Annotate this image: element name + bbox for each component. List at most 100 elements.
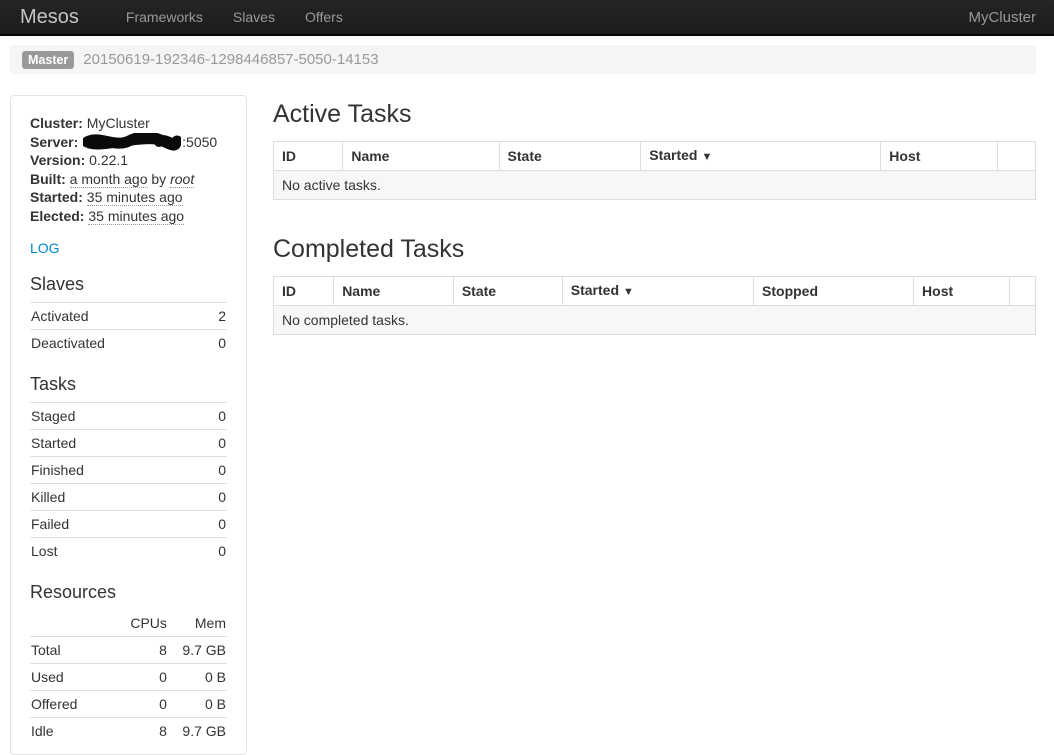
stat-value-cpus: 8 (109, 637, 168, 664)
column-header-id[interactable]: ID (274, 142, 343, 171)
slaves-section-title: Slaves (30, 273, 227, 295)
completed-tasks-empty-row: No completed tasks. (274, 306, 1036, 335)
log-link[interactable]: LOG (30, 240, 60, 256)
stat-label: Activated (30, 303, 204, 330)
column-header-started[interactable]: Started ▼ (562, 277, 753, 306)
slaves-stat-table: Activated 2 Deactivated 0 (30, 302, 227, 356)
active-tasks-title: Active Tasks (273, 99, 1036, 129)
stat-label: Finished (30, 457, 197, 484)
resources-mem-header: Mem (168, 610, 227, 637)
built-value: a month ago (70, 171, 148, 188)
completed-tasks-header-row: ID Name State Started ▼ Stopped Host (274, 277, 1036, 306)
column-header-stopped[interactable]: Stopped (754, 277, 914, 306)
stat-label: Offered (30, 691, 109, 718)
column-header-state[interactable]: State (499, 142, 641, 171)
stat-value-cpus: 0 (109, 691, 168, 718)
stat-value: 2 (204, 303, 227, 330)
stat-value-mem: 9.7 GB (168, 637, 227, 664)
nav-item-offers[interactable]: Offers (290, 0, 358, 34)
server-info-line: Server: :5050 (30, 133, 227, 152)
master-id: 20150619-192346-1298446857-5050-14153 (83, 51, 378, 68)
sidebar-panel: Cluster: MyCluster Server: :5050 Version… (10, 95, 247, 755)
server-label: Server: (30, 134, 78, 150)
resources-row-offered: Offered 0 0 B (30, 691, 227, 718)
stat-value: 0 (197, 511, 227, 538)
stat-value-mem: 0 B (168, 691, 227, 718)
main-content: Active Tasks ID Name State Started▼ Host (273, 95, 1036, 335)
tasks-row-lost: Lost 0 (30, 538, 227, 565)
column-header-started-label: Started (649, 147, 697, 163)
stat-label: Deactivated (30, 330, 204, 357)
version-label: Version: (30, 152, 85, 168)
slaves-row-deactivated: Deactivated 0 (30, 330, 227, 357)
stat-value: 0 (197, 484, 227, 511)
redaction-scribble (83, 133, 181, 151)
page-container: Master 20150619-192346-1298446857-5050-1… (0, 45, 1054, 755)
resources-table: CPUs Mem Total 8 9.7 GB Used 0 0 B (30, 610, 227, 744)
tasks-row-started: Started 0 (30, 430, 227, 457)
built-info-line: Built: a month ago by root (30, 170, 227, 189)
stat-value-mem: 9.7 GB (168, 718, 227, 745)
built-label: Built: (30, 171, 66, 187)
stat-value: 0 (197, 457, 227, 484)
resources-cpus-header: CPUs (109, 610, 168, 637)
active-tasks-header-row: ID Name State Started▼ Host (274, 142, 1036, 171)
column-header-state[interactable]: State (453, 277, 562, 306)
stat-label: Lost (30, 538, 197, 565)
cluster-info-line: Cluster: MyCluster (30, 114, 227, 133)
column-header-name[interactable]: Name (343, 142, 499, 171)
column-header-started[interactable]: Started▼ (641, 142, 881, 171)
resources-row-used: Used 0 0 B (30, 664, 227, 691)
tasks-row-finished: Finished 0 (30, 457, 227, 484)
resources-header-row: CPUs Mem (30, 610, 227, 637)
stat-value-mem: 0 B (168, 664, 227, 691)
started-label: Started: (30, 189, 83, 205)
server-port: :5050 (182, 134, 217, 150)
stat-value: 0 (197, 538, 227, 565)
version-info-line: Version: 0.22.1 (30, 151, 227, 170)
sort-desc-icon: ▼ (623, 286, 634, 298)
column-header-started-label: Started (571, 282, 619, 298)
breadcrumb: Master 20150619-192346-1298446857-5050-1… (10, 45, 1036, 74)
column-header-id[interactable]: ID (274, 277, 334, 306)
started-info-line: Started: 35 minutes ago (30, 188, 227, 207)
stat-value-cpus: 8 (109, 718, 168, 745)
active-tasks-empty-row: No active tasks. (274, 171, 1036, 200)
stat-label: Staged (30, 403, 197, 430)
tasks-row-staged: Staged 0 (30, 403, 227, 430)
resources-section-title: Resources (30, 581, 227, 603)
elected-info-line: Elected: 35 minutes ago (30, 207, 227, 226)
navbar-brand-mesos[interactable]: Mesos (12, 0, 87, 35)
active-tasks-empty-message: No active tasks. (274, 171, 1036, 200)
nav-item-slaves[interactable]: Slaves (218, 0, 290, 34)
navbar: Mesos Frameworks Slaves Offers MyCluster (0, 0, 1054, 36)
column-header-actions (997, 142, 1035, 171)
completed-tasks-title: Completed Tasks (273, 234, 1036, 264)
resources-row-idle: Idle 8 9.7 GB (30, 718, 227, 745)
nav-item-frameworks[interactable]: Frameworks (111, 0, 218, 34)
slaves-row-activated: Activated 2 (30, 303, 227, 330)
stat-value: 0 (204, 330, 227, 357)
stat-label: Total (30, 637, 109, 664)
stat-value-cpus: 0 (109, 664, 168, 691)
cluster-label: Cluster: (30, 115, 83, 131)
column-header-host[interactable]: Host (881, 142, 998, 171)
stat-label: Started (30, 430, 197, 457)
cluster-value: MyCluster (87, 115, 150, 131)
navbar-cluster-name: MyCluster (968, 9, 1036, 26)
column-header-name[interactable]: Name (334, 277, 454, 306)
stat-label: Used (30, 664, 109, 691)
tasks-stat-table: Staged 0 Started 0 Finished 0 Killed 0 (30, 402, 227, 564)
master-badge: Master (22, 51, 74, 69)
active-tasks-table: ID Name State Started▼ Host No active ta… (273, 141, 1036, 200)
column-header-host[interactable]: Host (914, 277, 1010, 306)
stat-value: 0 (197, 430, 227, 457)
version-value: 0.22.1 (89, 152, 128, 168)
built-user: root (170, 171, 194, 188)
resources-row-total: Total 8 9.7 GB (30, 637, 227, 664)
stat-label: Killed (30, 484, 197, 511)
tasks-row-killed: Killed 0 (30, 484, 227, 511)
column-header-actions (1010, 277, 1036, 306)
completed-tasks-table: ID Name State Started ▼ Stopped Host No c… (273, 276, 1036, 335)
stat-label: Idle (30, 718, 109, 745)
